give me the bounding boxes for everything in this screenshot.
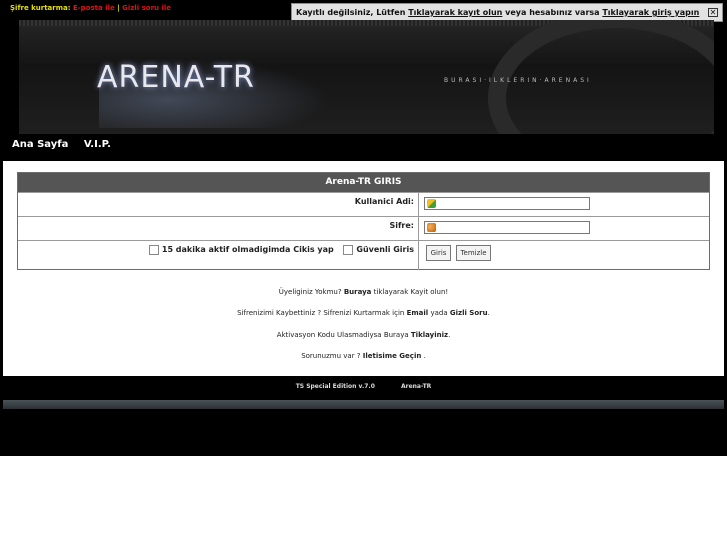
activation-info: Aktivasyon Kodu Ulasmadiysa Buraya Tikla… — [276, 331, 451, 339]
main-nav: Ana Sayfa V.I.P. — [12, 139, 123, 150]
info-text: Aktivasyon Kodu Ulasmadiysa Buraya — [276, 331, 409, 339]
footer-edition: TS Special Edition v.7.0 — [295, 383, 375, 390]
recover-label: Şifre kurtarma: — [10, 4, 71, 12]
contact-info: Sorunuzmu var ? Iletisime Geçin . — [301, 352, 426, 360]
password-input[interactable] — [424, 221, 590, 234]
footer-site[interactable]: Arena-TR — [401, 383, 431, 390]
register-here-link[interactable]: Buraya — [344, 288, 372, 296]
options-row: 15 dakika aktif olmadigimda Cikis yap Gü… — [18, 240, 709, 270]
login-form: Arena-TR GIRIS Kullanici Adi: Sifre: 15 … — [17, 172, 710, 270]
username-row: Kullanici Adi: — [18, 192, 709, 217]
nav-item-vip[interactable]: V.I.P. — [84, 139, 111, 150]
notice-middle: veya hesabınız varsa — [505, 8, 600, 17]
secret-question-link[interactable]: Gizli soru ile — [122, 4, 171, 12]
info-text: yada — [430, 309, 448, 317]
nav-item-home[interactable]: Ana Sayfa — [12, 139, 68, 150]
page-background: Şifre kurtarma: E-posta ile | Gizli soru… — [0, 0, 727, 456]
info-text: Üyeliginiz Yokmu? — [278, 288, 342, 296]
username-label: Kullanici Adi: — [18, 193, 419, 217]
login-link[interactable]: Tıklayarak giriş yapın — [602, 8, 699, 17]
info-text: tiklayarak Kayit olun! — [373, 288, 449, 296]
site-logo[interactable]: ARENA-TR — [97, 60, 255, 95]
contact-link[interactable]: Iletisime Geçin — [363, 352, 422, 360]
password-label: Sifre: — [18, 217, 419, 241]
content-panel: Arena-TR GIRIS Kullanici Adi: Sifre: 15 … — [3, 161, 724, 376]
email-recovery-link[interactable]: E-posta ile — [73, 4, 115, 12]
recover-info: Sifrenizimi Kaybettiniz ? Sifrenizi Kurt… — [237, 309, 490, 317]
secret-question-link-2[interactable]: Gizli Soru — [450, 309, 488, 317]
login-options: 15 dakika aktif olmadigimda Cikis yap Gü… — [18, 241, 419, 270]
password-row: Sifre: — [18, 216, 709, 241]
email-link[interactable]: Email — [407, 309, 429, 317]
username-input[interactable] — [424, 197, 590, 210]
password-recovery-bar: Şifre kurtarma: E-posta ile | Gizli soru… — [10, 4, 171, 12]
info-text: Sorunuzmu var ? — [301, 352, 361, 360]
activation-link[interactable]: Tiklayiniz — [411, 331, 448, 339]
auto-logout-label: 15 dakika aktif olmadigimda Cikis yap — [161, 245, 334, 254]
key-icon — [427, 223, 436, 232]
separator: | — [117, 4, 120, 12]
register-link[interactable]: Tıklayarak kayıt olun — [408, 8, 502, 17]
bottom-bar — [3, 400, 724, 409]
close-icon[interactable]: ✕ — [708, 8, 718, 17]
clear-button[interactable]: Temizle — [456, 245, 491, 261]
notice-prefix: Kayıtlı değilsiniz, Lütfen — [296, 8, 406, 17]
header-banner: ARENA-TR BURASI·ILKLERIN·ARENASI — [19, 20, 714, 134]
footer: TS Special Edition v.7.0 Arena-TR — [0, 383, 727, 390]
secure-login-checkbox[interactable] — [343, 244, 354, 255]
info-text: Sifrenizimi Kaybettiniz ? Sifrenizi Kurt… — [237, 309, 405, 317]
login-title: Arena-TR GIRIS — [18, 173, 709, 192]
site-slogan: BURASI·ILKLERIN·ARENASI — [444, 77, 592, 84]
login-button[interactable]: Giris — [426, 245, 451, 261]
secure-login-label: Güvenli Giris — [356, 245, 414, 254]
user-icon — [427, 199, 436, 208]
register-info: Üyeliginiz Yokmu? Buraya tiklayarak Kayi… — [3, 288, 724, 296]
auto-logout-checkbox[interactable] — [148, 244, 159, 255]
